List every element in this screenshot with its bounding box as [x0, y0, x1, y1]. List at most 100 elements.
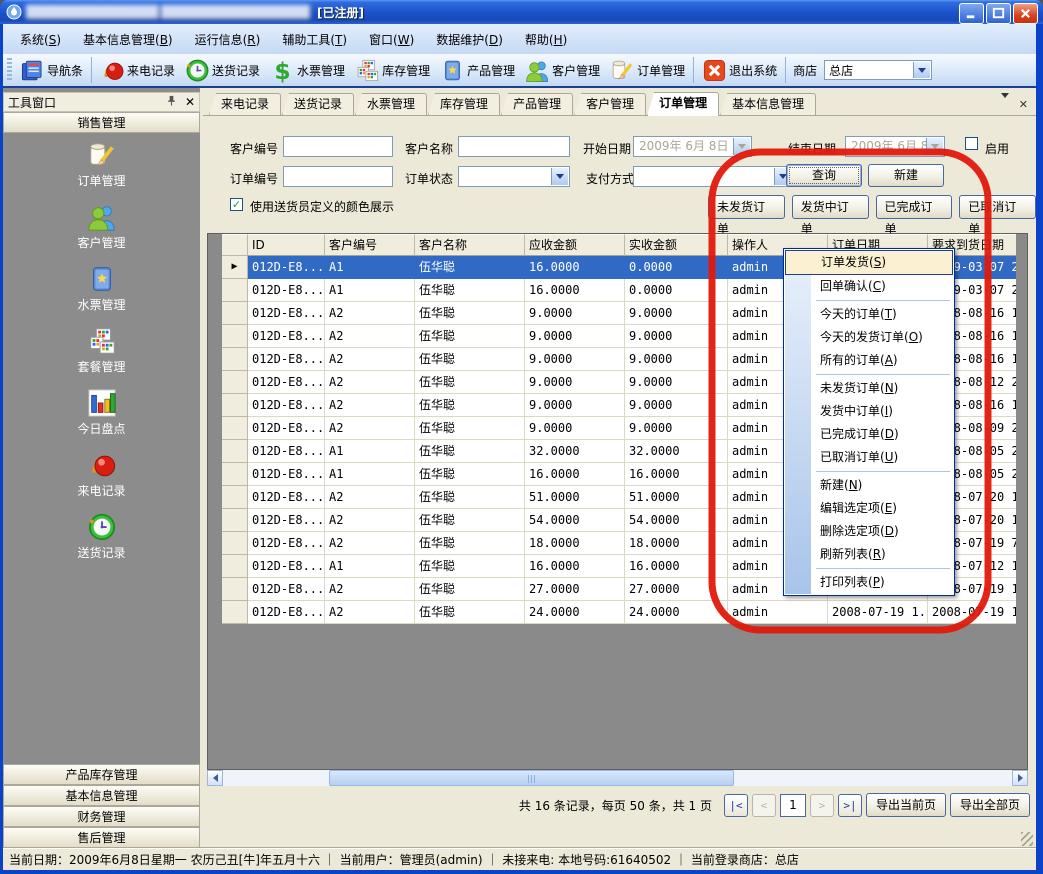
toolbar-button-dollar[interactable]: $水票管理	[265, 56, 350, 85]
row-selector-cell[interactable]: ▶	[222, 256, 248, 279]
toolbar-button-bell[interactable]: 来电记录	[95, 56, 180, 85]
row-selector-cell[interactable]	[222, 486, 248, 509]
column-header-0[interactable]	[222, 234, 248, 256]
page-number-input[interactable]: 1	[780, 794, 806, 817]
export-all-pages-button[interactable]: 导出全部页	[950, 793, 1030, 817]
tab-3[interactable]: 库存管理	[428, 93, 500, 115]
order-no-input[interactable]	[283, 166, 393, 187]
menubar-item-T[interactable]: 辅助工具(T)	[271, 28, 358, 51]
context-menu-item-9[interactable]: 已完成订单(D)	[784, 423, 954, 446]
toolbar-button-grid[interactable]: 库存管理	[350, 56, 435, 85]
column-header-2[interactable]: 客户编号	[325, 234, 415, 256]
store-combobox[interactable]: 总店	[824, 60, 932, 80]
tab-7[interactable]: 基本信息管理	[720, 93, 816, 115]
row-selector-cell[interactable]	[222, 348, 248, 371]
scroll-right-icon[interactable]	[1012, 770, 1028, 786]
close-icon[interactable]: ✕	[185, 95, 195, 109]
context-menu-item-17[interactable]: 打印列表(P)	[784, 571, 954, 594]
row-selector-cell[interactable]	[222, 463, 248, 486]
table-row[interactable]: 012D-E8...A2伍华聪24.000024.0000admin2008-0…	[222, 601, 1016, 624]
column-header-1[interactable]: ID	[248, 234, 325, 256]
customer-name-input[interactable]	[458, 136, 570, 157]
tab-close-icon[interactable]: ✕	[1019, 98, 1028, 111]
status-filter-button-3[interactable]: 已取消订单	[959, 195, 1036, 219]
first-page-button[interactable]: |<	[724, 794, 748, 817]
column-header-5[interactable]: 实收金额	[625, 234, 728, 256]
start-date-picker[interactable]: 2009年 6月 8日	[633, 136, 752, 157]
chevron-down-icon[interactable]	[733, 138, 750, 155]
new-button[interactable]: 新建	[868, 164, 944, 187]
context-menu-item-0[interactable]: 订单发货(S)	[785, 250, 953, 275]
payment-method-combobox[interactable]	[633, 166, 793, 187]
toolbar-button-exit[interactable]: 退出系统	[697, 56, 782, 85]
chevron-down-icon[interactable]	[926, 138, 943, 155]
resize-grip[interactable]	[1021, 832, 1033, 846]
order-status-combobox[interactable]	[458, 166, 570, 187]
context-menu-item-5[interactable]: 所有的订单(A)	[784, 349, 954, 372]
sidebar-item-book[interactable]: 水票管理	[3, 257, 200, 319]
sidebar-item-chart[interactable]: 今日盘点	[3, 381, 200, 443]
maximize-button[interactable]	[986, 3, 1011, 24]
menubar-item-W[interactable]: 窗口(W)	[358, 28, 425, 51]
sidebar-item-clock[interactable]: 送货记录	[3, 505, 200, 567]
scroll-left-icon[interactable]	[207, 770, 223, 786]
context-menu-item-14[interactable]: 删除选定项(D)	[784, 520, 954, 543]
status-filter-button-1[interactable]: 发货中订单	[792, 195, 869, 219]
tab-1[interactable]: 送货记录	[282, 93, 354, 115]
context-menu-item-10[interactable]: 已取消订单(U)	[784, 446, 954, 469]
context-menu-item-13[interactable]: 编辑选定项(E)	[784, 497, 954, 520]
sidebar-item-grid[interactable]: 套餐管理	[3, 319, 200, 381]
customer-no-input[interactable]	[283, 136, 393, 157]
row-selector-cell[interactable]	[222, 509, 248, 532]
sidebar-section-3[interactable]: 售后管理	[3, 827, 200, 848]
scrollbar-track[interactable]	[223, 770, 1012, 786]
next-page-button[interactable]: >	[810, 794, 834, 817]
context-menu-item-8[interactable]: 发货中订单(I)	[784, 400, 954, 423]
toolbar-button-scroll-pen[interactable]: 订单管理	[605, 56, 690, 85]
pin-icon[interactable]	[166, 95, 177, 109]
context-menu-item-7[interactable]: 未发货订单(N)	[784, 377, 954, 400]
context-menu-item-1[interactable]: 回单确认(C)	[784, 275, 954, 298]
row-selector-cell[interactable]	[222, 371, 248, 394]
row-selector-cell[interactable]	[222, 532, 248, 555]
color-display-checkbox[interactable]: ✓	[230, 198, 243, 211]
toolbar-button-book[interactable]: 产品管理	[435, 56, 520, 85]
row-selector-cell[interactable]	[222, 440, 248, 463]
row-selector-cell[interactable]	[222, 601, 248, 624]
chevron-down-icon[interactable]	[913, 62, 930, 78]
sidebar-item-bell[interactable]: 来电记录	[3, 443, 200, 505]
chevron-down-icon[interactable]	[551, 168, 568, 185]
last-page-button[interactable]: >|	[838, 794, 862, 817]
status-filter-button-0[interactable]: 未发货订单	[708, 195, 785, 219]
query-button[interactable]: 查询	[786, 164, 862, 187]
sidebar-section-2[interactable]: 财务管理	[3, 806, 200, 827]
context-menu-item-4[interactable]: 今天的发货订单(O)	[784, 326, 954, 349]
close-button[interactable]	[1013, 3, 1038, 24]
context-menu-item-15[interactable]: 刷新列表(R)	[784, 543, 954, 566]
export-current-page-button[interactable]: 导出当前页	[866, 793, 946, 817]
menubar-item-R[interactable]: 运行信息(R)	[184, 28, 272, 51]
context-menu-item-12[interactable]: 新建(N)	[784, 474, 954, 497]
tab-2[interactable]: 水票管理	[355, 93, 427, 115]
row-selector-cell[interactable]	[222, 555, 248, 578]
row-selector-cell[interactable]	[222, 417, 248, 440]
row-selector-cell[interactable]	[222, 325, 248, 348]
sidebar-section-sales[interactable]: 销售管理	[3, 112, 200, 133]
end-date-picker[interactable]: 2009年 6月 8日	[845, 136, 945, 157]
column-header-4[interactable]: 应收金额	[525, 234, 625, 256]
toolbar-button-clock[interactable]: 送货记录	[180, 56, 265, 85]
row-selector-cell[interactable]	[222, 578, 248, 601]
tab-0[interactable]: 来电记录	[209, 93, 281, 115]
sidebar-item-people[interactable]: 客户管理	[3, 195, 200, 257]
row-selector-cell[interactable]	[222, 302, 248, 325]
status-filter-button-2[interactable]: 已完成订单	[876, 195, 953, 219]
context-menu-item-3[interactable]: 今天的订单(T)	[784, 303, 954, 326]
row-selector-cell[interactable]	[222, 279, 248, 302]
enable-checkbox[interactable]	[965, 137, 978, 150]
toolbar-button-nav-book[interactable]: 导航条	[15, 56, 88, 85]
tab-4[interactable]: 产品管理	[501, 93, 573, 115]
sidebar-section-1[interactable]: 基本信息管理	[3, 785, 200, 806]
row-selector-cell[interactable]	[222, 394, 248, 417]
prev-page-button[interactable]: <	[752, 794, 776, 817]
tab-5[interactable]: 客户管理	[574, 93, 646, 115]
